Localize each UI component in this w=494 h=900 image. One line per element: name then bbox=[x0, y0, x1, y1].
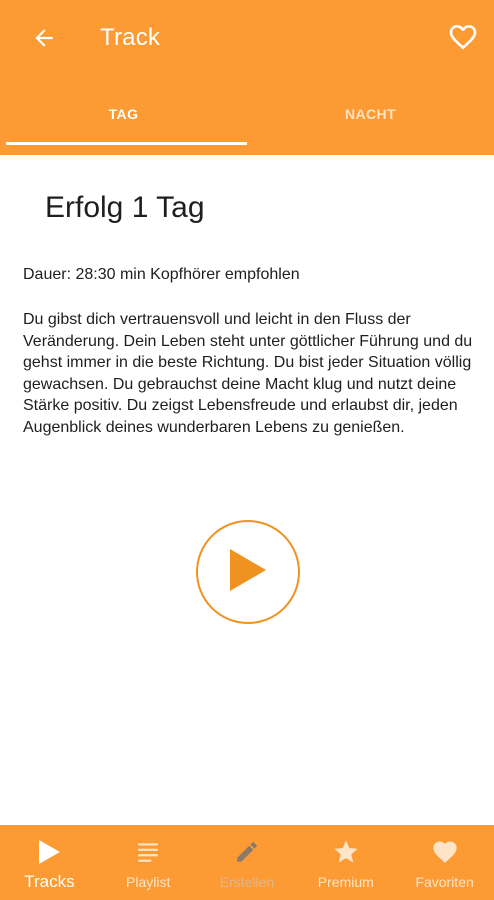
app-bar: Track TAG NACHT bbox=[0, 0, 494, 155]
day-night-tabs: TAG NACHT bbox=[0, 90, 494, 148]
star-icon bbox=[331, 837, 361, 867]
nav-erstellen-label: Erstellen bbox=[219, 874, 275, 890]
bottom-navigation: Tracks Playlist Erstellen Premium Favori… bbox=[0, 825, 494, 900]
nav-playlist-label: Playlist bbox=[126, 874, 171, 890]
heart-outline-icon bbox=[447, 21, 479, 58]
nav-premium-label: Premium bbox=[317, 874, 374, 890]
nav-premium[interactable]: Premium bbox=[296, 825, 395, 900]
play-button[interactable] bbox=[196, 520, 300, 624]
nav-playlist[interactable]: Playlist bbox=[99, 825, 198, 900]
arrow-left-icon bbox=[31, 25, 57, 56]
track-title: Erfolg 1 Tag bbox=[45, 191, 205, 224]
list-icon bbox=[133, 837, 163, 867]
track-description: Du gibst dich vertrauensvoll und leicht … bbox=[23, 311, 473, 436]
tab-tag[interactable]: TAG bbox=[0, 90, 247, 148]
tab-nacht[interactable]: NACHT bbox=[247, 90, 494, 148]
track-meta: Dauer: 28:30 min Kopfhörer empfohlen bbox=[23, 266, 300, 283]
favorite-button[interactable] bbox=[444, 20, 482, 58]
page-title: Track bbox=[100, 24, 161, 51]
nav-favoriten[interactable]: Favoriten bbox=[395, 825, 494, 900]
nav-favoriten-label: Favoriten bbox=[415, 874, 474, 890]
tab-indicator bbox=[6, 142, 247, 145]
nav-tracks[interactable]: Tracks bbox=[0, 825, 99, 900]
heart-icon bbox=[430, 837, 460, 867]
pencil-icon bbox=[232, 837, 262, 867]
nav-tracks-label: Tracks bbox=[24, 872, 75, 891]
back-button[interactable] bbox=[26, 22, 62, 58]
nav-erstellen[interactable]: Erstellen bbox=[198, 825, 297, 900]
play-icon bbox=[226, 545, 270, 600]
play-icon bbox=[34, 837, 64, 867]
